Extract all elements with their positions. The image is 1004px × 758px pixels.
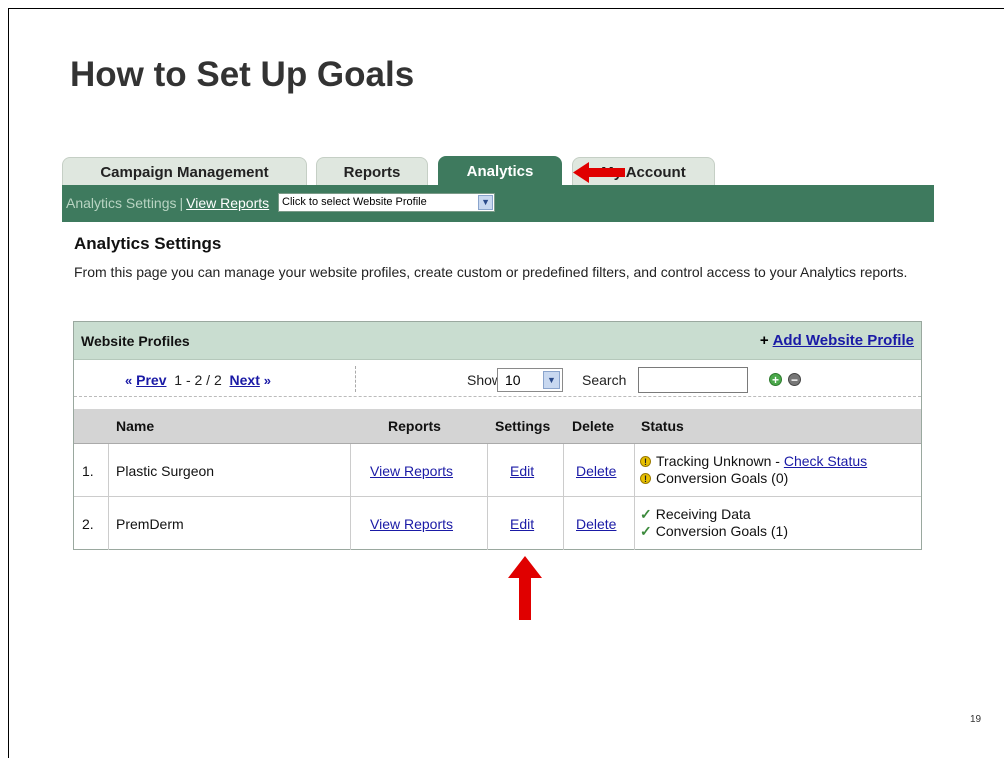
delete-link[interactable]: Delete [576, 463, 616, 479]
main-tabs: Campaign Management Reports Analytics My… [62, 155, 934, 185]
slide-title: How to Set Up Goals [70, 55, 415, 94]
analytics-settings-description: From this page you can manage your websi… [74, 264, 908, 280]
status-cell: ! Tracking Unknown - Check Status ! Conver… [640, 453, 867, 487]
next-link[interactable]: Next [230, 372, 260, 388]
search-label: Search [582, 372, 627, 388]
status-line: ✓ Receiving Data [640, 506, 788, 523]
website-profiles-title: Website Profiles [81, 333, 190, 349]
expand-plus-icon[interactable]: + [769, 373, 782, 386]
column-divider [634, 444, 635, 496]
red-arrow-left-icon [573, 162, 625, 183]
page-range: 1 - 2 / 2 [174, 372, 222, 388]
header-status: Status [641, 418, 684, 434]
show-count-select[interactable]: 10 ▼ [497, 368, 563, 392]
plus-icon: + [759, 332, 769, 349]
website-profile-select[interactable]: Click to select Website Profile ▼ [278, 193, 496, 213]
slide-border-left [8, 8, 9, 758]
edit-link[interactable]: Edit [510, 516, 534, 532]
header-settings: Settings [495, 418, 551, 434]
tab-reports[interactable]: Reports [316, 157, 428, 185]
view-reports-link[interactable]: View Reports [370, 463, 453, 479]
collapse-minus-icon[interactable]: − [788, 373, 801, 386]
slide-border-top [8, 8, 1004, 9]
column-divider [563, 444, 564, 496]
row-number: 1. [82, 463, 94, 479]
table-row: 1. Plastic Surgeon View Reports Edit Del… [74, 444, 921, 497]
column-divider [350, 497, 351, 550]
red-arrow-up-icon [508, 556, 542, 620]
website-profiles-panel: Website Profiles + Add Website Profile « … [73, 321, 922, 550]
column-divider [487, 444, 488, 496]
column-divider [108, 444, 109, 496]
tab-campaign-management[interactable]: Campaign Management [62, 157, 307, 185]
page-number: 19 [970, 714, 982, 725]
warning-icon: ! [640, 473, 651, 484]
pager-divider [355, 366, 356, 392]
website-profile-select-value: Click to select Website Profile [282, 196, 427, 209]
column-divider [563, 497, 564, 550]
prev-link[interactable]: Prev [136, 372, 166, 388]
warning-icon: ! [640, 456, 651, 467]
pager-row: « Prev 1 - 2 / 2 Next » Show 10 ▼ Search… [74, 360, 921, 396]
header-reports: Reports [388, 418, 441, 434]
status-line: ✓ Conversion Goals (1) [640, 523, 788, 540]
column-divider [634, 497, 635, 550]
status-cell: ✓ Receiving Data ✓ Conversion Goals (1) [640, 506, 788, 540]
status-receiving-data: Receiving Data [655, 506, 751, 522]
table-header: Name Reports Settings Delete Status [74, 409, 921, 444]
pager-separator [74, 396, 921, 397]
view-reports-link[interactable]: View Reports [370, 516, 453, 532]
status-line: ! Tracking Unknown - Check Status [640, 453, 867, 470]
subnav-analytics-settings: Analytics Settings [66, 195, 177, 211]
search-input[interactable] [638, 367, 748, 393]
prev-arrow-icon: « [125, 373, 133, 388]
chevron-down-icon: ▼ [478, 195, 494, 211]
show-count-value: 10 [505, 372, 521, 388]
tab-analytics[interactable]: Analytics [438, 156, 562, 185]
edit-link[interactable]: Edit [510, 463, 534, 479]
subnav-view-reports-link[interactable]: View Reports [186, 195, 269, 211]
pagination: « Prev 1 - 2 / 2 Next » [125, 372, 271, 388]
checkmark-icon: ✓ [640, 523, 652, 539]
profile-name: PremDerm [116, 516, 184, 532]
status-line: ! Conversion Goals (0) [640, 470, 867, 487]
header-name: Name [116, 418, 155, 434]
table-row: 2. PremDerm View Reports Edit Delete ✓ Re… [74, 497, 921, 550]
status-tracking-unknown: Tracking Unknown - [656, 453, 784, 469]
chevron-down-icon: ▼ [543, 371, 560, 389]
profile-name: Plastic Surgeon [116, 463, 215, 479]
analytics-settings-heading: Analytics Settings [74, 234, 222, 253]
panel-header: Website Profiles + Add Website Profile [74, 322, 921, 360]
column-divider [108, 497, 109, 550]
column-divider [350, 444, 351, 496]
subnav-separator: | [179, 195, 184, 211]
add-website-profile: + Add Website Profile [760, 332, 914, 349]
status-conversion-goals: Conversion Goals (0) [656, 470, 789, 486]
row-number: 2. [82, 516, 94, 532]
delete-link[interactable]: Delete [576, 516, 616, 532]
check-status-link[interactable]: Check Status [784, 453, 867, 469]
checkmark-icon: ✓ [640, 506, 652, 522]
header-delete: Delete [572, 418, 615, 434]
add-website-profile-link[interactable]: Add Website Profile [773, 332, 914, 349]
column-divider [487, 497, 488, 550]
status-conversion-goals: Conversion Goals (1) [655, 523, 789, 539]
next-arrow-icon: » [263, 373, 271, 388]
analytics-subnav: Analytics Settings | View Reports Click to… [62, 185, 934, 222]
